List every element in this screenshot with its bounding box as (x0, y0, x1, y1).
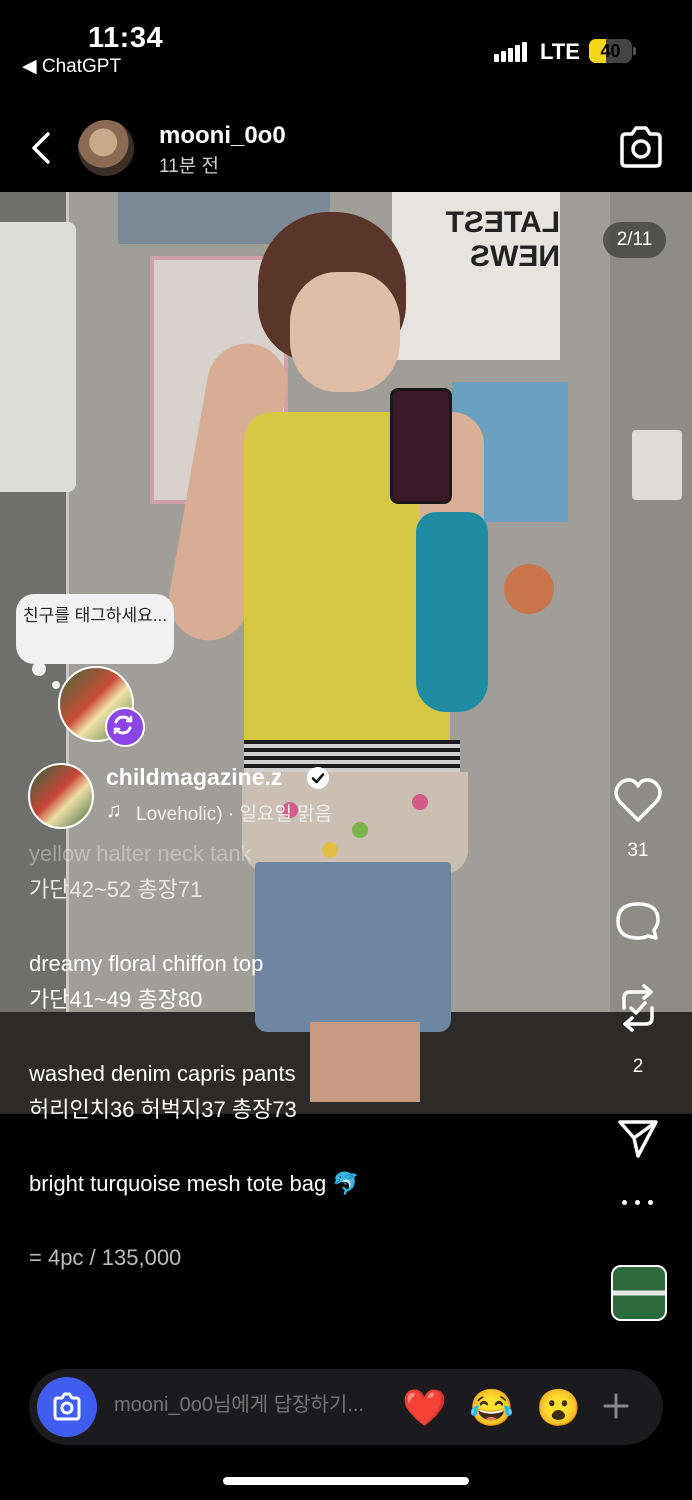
heart-icon[interactable] (612, 776, 664, 829)
music-account-name[interactable]: childmagazine.z (106, 764, 282, 791)
battery-cap (633, 47, 636, 55)
plus-icon[interactable] (600, 1390, 632, 1422)
laugh-reaction-button[interactable]: 😂 (469, 1388, 514, 1428)
post-time: 11분 전 (159, 156, 219, 177)
music-note-icon: ♫ (106, 799, 122, 822)
reply-camera-icon[interactable] (37, 1377, 97, 1437)
linked-post-thumbnail[interactable] (611, 1265, 667, 1321)
caption-line: washed denim capris pants (29, 1061, 296, 1086)
page-counter: 2/11 (603, 222, 666, 258)
like-count: 31 (627, 840, 649, 861)
comment-icon[interactable] (614, 898, 662, 951)
battery-percent: 40 (600, 41, 621, 61)
user-avatar[interactable] (78, 120, 134, 176)
repost-count: 2 (632, 1056, 644, 1077)
cellular-signal-icon (494, 42, 528, 62)
battery-icon: 40 (589, 39, 632, 63)
wow-reaction-button[interactable]: 😮 (536, 1388, 581, 1428)
home-indicator[interactable] (223, 1477, 469, 1485)
caption-line: bright turquoise mesh tote bag 🐬 (29, 1171, 360, 1196)
camera-icon[interactable] (616, 124, 666, 170)
music-track[interactable]: Loveholic) · 일요일 맑음 (136, 799, 332, 826)
caption-line: 허리인치36 허벅지37 총장73 (29, 1097, 297, 1122)
verified-badge-icon (306, 766, 330, 790)
back-chevron-icon[interactable] (24, 128, 60, 168)
tag-friend-bubble[interactable]: 친구를 태그하세요... (16, 594, 174, 664)
more-options-icon[interactable] (622, 1196, 654, 1210)
repost-icon[interactable] (614, 982, 662, 1039)
username[interactable]: mooni_0o0 (159, 122, 286, 150)
reply-input[interactable] (112, 1393, 386, 1418)
heart-reaction-button[interactable]: ❤️ (402, 1388, 447, 1428)
back-to-app-link[interactable]: ◀ ChatGPT (22, 55, 121, 78)
caption-line: = 4pc / 135,000 (29, 1245, 182, 1270)
story-caption: yellow halter neck tank 가단42~52 총장71 dre… (29, 836, 589, 1276)
caption-line: yellow halter neck tank (29, 841, 252, 866)
caption-line: 가단41~49 총장80 (29, 987, 203, 1012)
bubble-tail (32, 662, 46, 676)
music-account-avatar[interactable] (28, 763, 94, 829)
carrier-label: LTE (540, 39, 580, 64)
status-time: 11:34 (88, 22, 164, 54)
caption-line: 가단42~52 총장71 (29, 877, 203, 902)
bubble-tail (52, 681, 60, 689)
caption-line: dreamy floral chiffon top (29, 951, 264, 976)
share-icon[interactable] (616, 1116, 660, 1165)
repost-badge-icon (105, 707, 145, 747)
